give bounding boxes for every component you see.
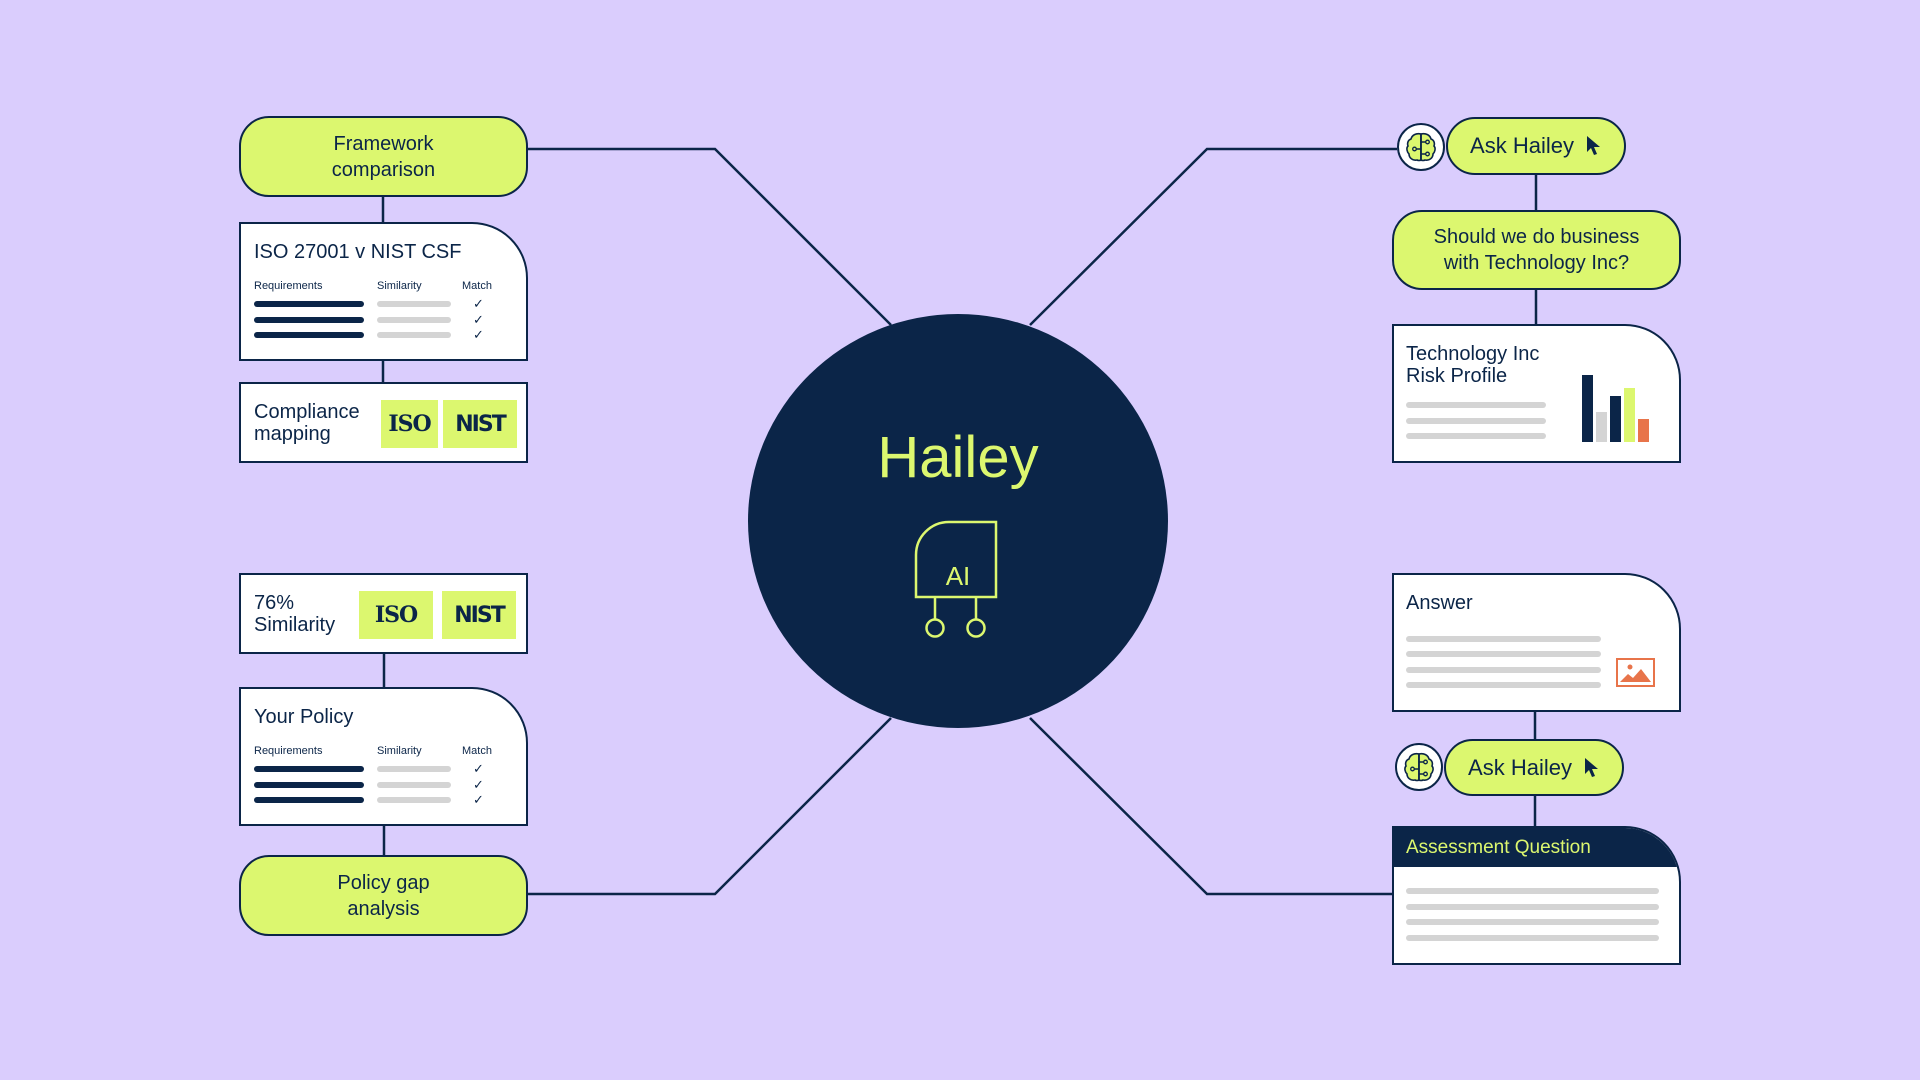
placeholder-text-line bbox=[1406, 888, 1659, 894]
cursor-arrow-icon bbox=[1584, 757, 1598, 777]
column-header-similarity: Similarity bbox=[377, 280, 422, 292]
placeholder-text-line bbox=[1406, 418, 1546, 424]
compliance-mapping-card: Compliance mapping ISO NIST bbox=[239, 382, 528, 463]
placeholder-text-line bbox=[1406, 636, 1601, 642]
card-title: Your Policy bbox=[254, 706, 354, 728]
placeholder-text-line bbox=[1406, 667, 1601, 673]
business-question-pill[interactable]: Should we do business with Technology In… bbox=[1392, 210, 1681, 290]
assessment-title: Assessment Question bbox=[1406, 837, 1591, 858]
risk-title-line2: Risk Profile bbox=[1406, 365, 1508, 387]
cursor-arrow-icon bbox=[1586, 136, 1600, 155]
placeholder-text-line bbox=[1406, 682, 1601, 688]
ask-hailey-label: Ask Hailey bbox=[1470, 133, 1574, 158]
brain-icon bbox=[1395, 743, 1443, 791]
risk-profile-title: Technology Inc Risk Profile bbox=[1406, 343, 1539, 387]
compliance-mapping-label: Compliance mapping bbox=[254, 401, 360, 445]
nist-logo: NIST bbox=[443, 400, 517, 448]
column-header-requirements: Requirements bbox=[254, 280, 323, 292]
connector-right-bottom bbox=[1029, 717, 1392, 896]
question-line1: Should we do business bbox=[1433, 226, 1640, 248]
check-icon: ✓ bbox=[473, 296, 484, 311]
question-line2: with Technology Inc? bbox=[1443, 252, 1630, 274]
column-header-match: Match bbox=[462, 745, 492, 757]
placeholder-text-line bbox=[1406, 402, 1546, 408]
risk-title-line1: Technology Inc bbox=[1406, 343, 1540, 365]
check-icon: ✓ bbox=[473, 792, 484, 807]
column-header-requirements: Requirements bbox=[254, 745, 323, 757]
mini-chart-bar bbox=[1582, 375, 1593, 442]
framework-pill-line1: Framework bbox=[333, 132, 434, 155]
check-icon: ✓ bbox=[473, 312, 484, 327]
risk-mini-bar-chart bbox=[1582, 375, 1652, 442]
gap-pill-line2: analysis bbox=[347, 897, 420, 920]
risk-profile-card: Technology Inc Risk Profile bbox=[1392, 324, 1681, 463]
iso-vs-nist-card: ISO 27001 v NIST CSF Requirements Simila… bbox=[239, 222, 528, 361]
placeholder-text-line bbox=[1406, 433, 1546, 439]
label-line1: Compliance bbox=[254, 401, 360, 423]
similarity-percent: 76% bbox=[254, 592, 295, 614]
brain-icon bbox=[1397, 123, 1445, 171]
answer-card: Answer bbox=[1392, 573, 1681, 712]
image-icon bbox=[1616, 658, 1655, 687]
placeholder-text-line bbox=[1406, 919, 1659, 925]
mini-chart-bar bbox=[1596, 412, 1607, 442]
connector-right-top bbox=[1029, 147, 1397, 326]
similarity-card: 76% Similarity ISO NIST bbox=[239, 573, 528, 654]
ask-hailey-button-bottom[interactable]: Ask Hailey bbox=[1444, 739, 1624, 796]
connector-left-bottom bbox=[528, 717, 892, 896]
column-header-match: Match bbox=[462, 280, 492, 292]
hub-title: Hailey bbox=[877, 425, 1039, 490]
placeholder-text-line bbox=[1406, 651, 1601, 657]
placeholder-text-line bbox=[1406, 935, 1659, 941]
check-icon: ✓ bbox=[473, 327, 484, 342]
connector-left-top bbox=[528, 147, 892, 326]
nist-logo: NIST bbox=[442, 591, 516, 639]
iso-logo: ISO bbox=[359, 591, 433, 639]
placeholder-text-line bbox=[1406, 904, 1659, 910]
similarity-label: 76% Similarity bbox=[254, 592, 335, 636]
mini-chart-bar bbox=[1638, 419, 1649, 442]
ask-hailey-button-top[interactable]: Ask Hailey bbox=[1446, 117, 1626, 175]
check-icon: ✓ bbox=[473, 761, 484, 776]
policy-gap-analysis-pill[interactable]: Policy gap analysis bbox=[239, 855, 528, 936]
answer-title: Answer bbox=[1406, 592, 1473, 614]
ask-hailey-label: Ask Hailey bbox=[1468, 754, 1572, 780]
mini-chart-bar bbox=[1610, 396, 1621, 442]
check-icon: ✓ bbox=[473, 777, 484, 792]
your-policy-card: Your Policy Requirements Similarity Matc… bbox=[239, 687, 528, 826]
label-line2: mapping bbox=[254, 423, 331, 445]
framework-pill-line2: comparison bbox=[331, 158, 436, 181]
assessment-question-card: Assessment Question bbox=[1392, 826, 1681, 965]
column-header-similarity: Similarity bbox=[377, 745, 422, 757]
card-title: ISO 27001 v NIST CSF bbox=[254, 241, 462, 263]
ai-chip-label: AI bbox=[945, 561, 971, 591]
mini-chart-bar bbox=[1624, 388, 1635, 442]
hailey-hub: Hailey AI bbox=[748, 314, 1168, 728]
gap-pill-line1: Policy gap bbox=[337, 871, 430, 894]
similarity-word: Similarity bbox=[254, 614, 336, 636]
framework-comparison-pill[interactable]: Framework comparison bbox=[239, 116, 528, 197]
iso-logo: ISO bbox=[381, 400, 438, 448]
